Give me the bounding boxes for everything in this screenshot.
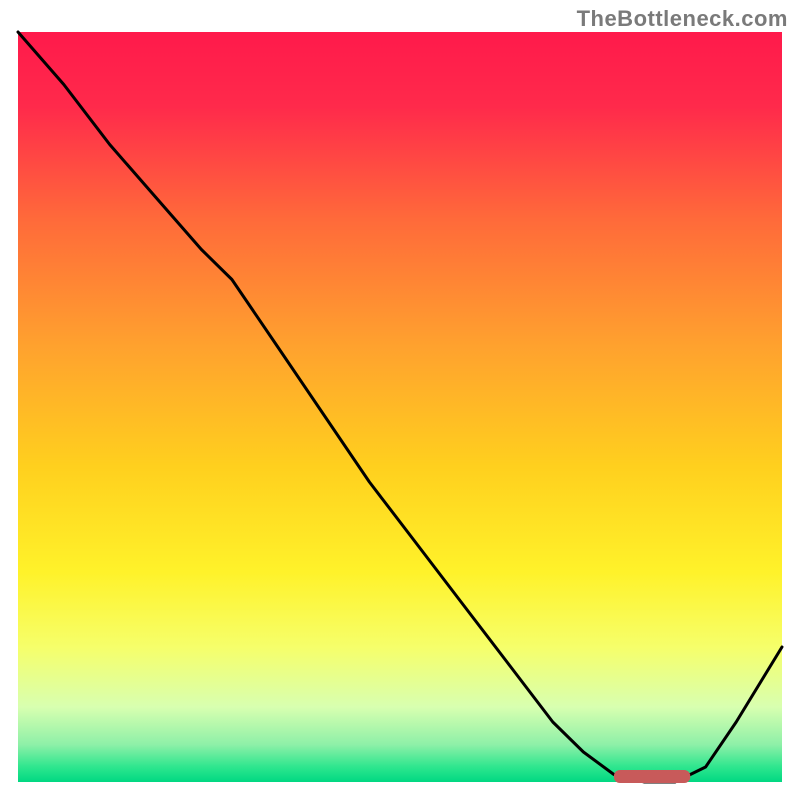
bottleneck-chart [0,0,800,800]
plot-area [18,32,782,782]
optimal-range-marker [614,770,690,783]
chart-container: TheBottleneck.com [0,0,800,800]
watermark-label: TheBottleneck.com [577,6,788,32]
